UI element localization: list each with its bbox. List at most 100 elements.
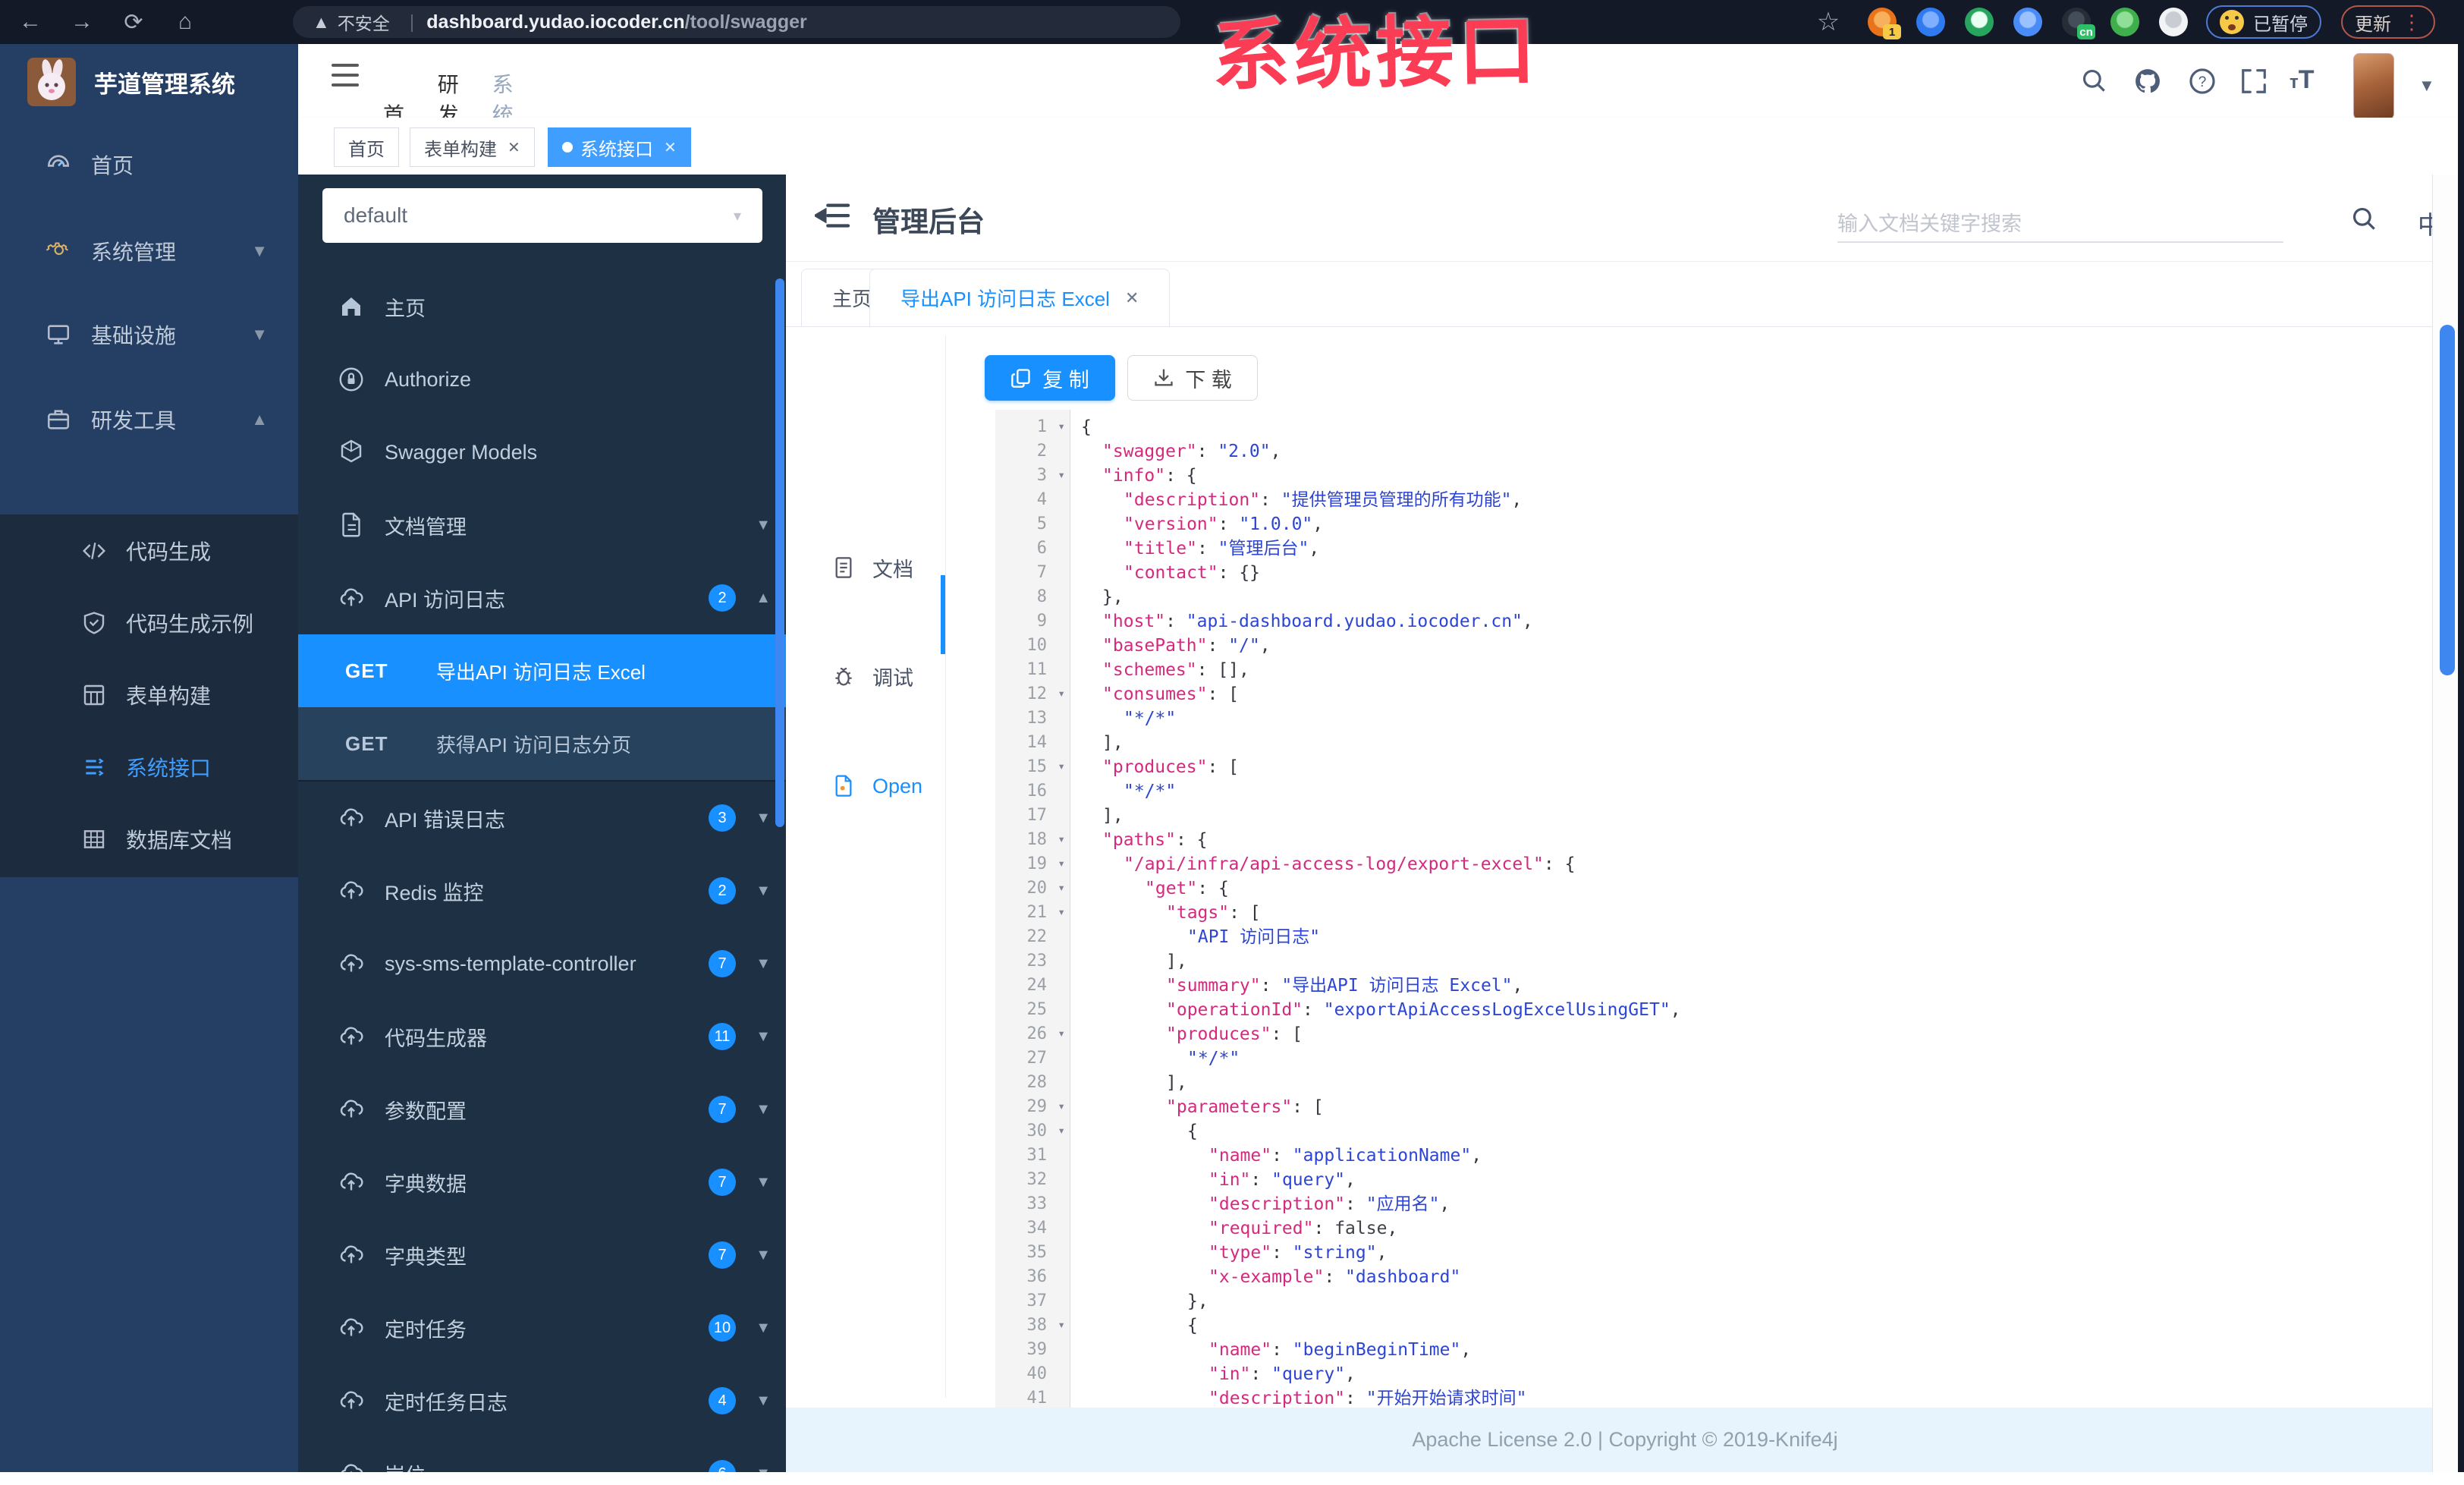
update-button[interactable]: 更新 ⋮ (2341, 5, 2435, 39)
sidebar-item-3[interactable]: 基础设施 ▼ (0, 298, 298, 371)
footer: Apache License 2.0 | Copyright © 2019-Kn… (786, 1408, 2464, 1472)
page-scrollbar-thumb[interactable] (2440, 325, 2455, 675)
home-icon[interactable]: ⌂ (168, 5, 202, 39)
fold-caret-icon[interactable]: ▾ (1058, 1095, 1065, 1119)
swagger-group-5[interactable]: 参数配置 7 ▼ (298, 1073, 786, 1146)
ext-pin-blue-icon[interactable] (1916, 8, 1945, 36)
swagger-group-8[interactable]: 定时任务 10 ▼ (298, 1292, 786, 1364)
count-badge: 7 (709, 1096, 736, 1123)
fold-caret-icon[interactable]: ▾ (1058, 464, 1065, 488)
swagger-menu-5[interactable]: API 访问日志 2 ▲ (298, 562, 786, 634)
open-file-icon (831, 774, 856, 798)
fold-caret-icon[interactable]: ▾ (1058, 852, 1065, 876)
menu-fold-icon[interactable] (815, 202, 850, 232)
ext-leaf-green-icon[interactable] (2110, 8, 2139, 36)
doc-menu-label: 调试 (872, 666, 913, 690)
sidebar-subitem-5[interactable]: 数据库文档 (0, 803, 298, 875)
help-icon[interactable]: ? (2188, 67, 2217, 96)
sidebar-item-4[interactable]: 研发工具 ▲ (0, 383, 298, 456)
sidebar-item-2[interactable]: 系统管理 ▼ (0, 215, 298, 288)
line-number: 19 (1026, 854, 1048, 873)
fold-caret-icon[interactable]: ▾ (1058, 682, 1065, 706)
paused-extension-chip[interactable]: 已暂停 (2206, 5, 2321, 39)
copy-button[interactable]: 复 制 (985, 355, 1115, 401)
sidebar-collapse-icon[interactable] (332, 64, 359, 87)
download-button[interactable]: 下 载 (1127, 355, 1258, 401)
fold-caret-icon[interactable]: ▾ (1058, 1119, 1065, 1144)
api-operation-1[interactable]: GET 导出API 访问日志 Excel (298, 634, 786, 707)
line-number: 24 (1026, 976, 1048, 995)
ext-dark-cn-icon[interactable]: cn (2062, 8, 2095, 39)
swagger-menu-3[interactable]: Swagger Models (298, 416, 786, 489)
github-icon[interactable] (2133, 67, 2162, 96)
line-number: 18 (1026, 830, 1048, 849)
doc-search-input[interactable]: 输入文档关键字搜索 (1837, 202, 2283, 243)
sidebar-item-1[interactable]: 首页 (0, 128, 298, 201)
infra-icon (46, 322, 71, 348)
font-size-icon[interactable]: тT (2290, 65, 2315, 95)
swagger-menu-4[interactable]: 文档管理 ▼ (298, 489, 786, 562)
download-button-label: 下 载 (1185, 368, 1232, 392)
swagger-group-label: 定时任务 (385, 1318, 467, 1342)
close-icon[interactable]: ✕ (508, 138, 520, 157)
tag-tab-3[interactable]: 系统接口 ✕ (548, 127, 691, 167)
doc-tab-2[interactable]: 导出API 访问日志 Excel ✕ (869, 269, 1171, 326)
code-line: ], (1166, 1073, 1187, 1093)
bookmark-star-icon[interactable]: ☆ (1812, 5, 1845, 39)
swagger-group-4[interactable]: 代码生成器 11 ▼ (298, 1000, 786, 1073)
fold-caret-icon[interactable]: ▾ (1058, 876, 1065, 901)
tag-tab-2[interactable]: 表单构建 ✕ (410, 127, 535, 167)
fold-caret-icon[interactable]: ▾ (1058, 755, 1065, 779)
sidebar-subitem-4[interactable]: 系统接口 (0, 731, 298, 803)
kebab-menu-icon[interactable]: ⋮ (2402, 11, 2422, 34)
line-number: 12 (1026, 684, 1048, 703)
sidebar-subitem-1[interactable]: 代码生成 (0, 514, 298, 587)
avatar-caret-icon[interactable]: ▼ (2418, 76, 2435, 96)
ext-paw-white-icon[interactable] (2159, 8, 2188, 36)
reload-icon[interactable]: ⟳ (117, 5, 150, 39)
json-editor[interactable]: 1 ▾ 2 3 ▾ 4 5 6 7 8 9 10 11 12 ▾ 13 14 15 ▾ 16 17 18 ▾ 19 ▾ 20 ▾ 21… (995, 410, 1948, 1408)
fold-caret-icon[interactable]: ▾ (1058, 828, 1065, 852)
sidebar-subitem-3[interactable]: 表单构建 (0, 659, 298, 731)
sidebar-item-label: 首页 (91, 154, 134, 178)
fold-caret-icon[interactable]: ▾ (1058, 1314, 1065, 1338)
swagger-group-9[interactable]: 定时任务日志 4 ▼ (298, 1364, 786, 1437)
fold-caret-icon[interactable]: ▾ (1058, 901, 1065, 925)
code-line: "operationId": "exportApiAccessLogExcelU… (1166, 1000, 1681, 1020)
doc-menu-文档[interactable]: 文档 (831, 540, 973, 595)
swagger-sidebar-scrollbar[interactable] (775, 278, 784, 827)
fullscreen-icon[interactable] (2239, 67, 2268, 96)
forward-icon[interactable]: → (65, 5, 99, 39)
swagger-group-10[interactable]: 岗位 6 ▼ (298, 1437, 786, 1472)
doc-menu-open[interactable]: Open (831, 759, 973, 813)
back-icon[interactable]: ← (14, 5, 47, 39)
swagger-group-2[interactable]: Redis 监控 2 ▼ (298, 854, 786, 927)
close-icon[interactable]: ✕ (664, 138, 677, 157)
avatar[interactable] (2353, 53, 2394, 120)
url-bar[interactable]: ▲ 不安全 | dashboard.yudao.iocoder.cn /tool… (293, 6, 1180, 38)
doc-menu-调试[interactable]: 调试 (831, 649, 973, 703)
swagger-group-3[interactable]: sys-sms-template-controller 7 ▼ (298, 927, 786, 1000)
api-operation-2[interactable]: GET 获得API 访问日志分页 (298, 707, 786, 780)
ext-circle-orange-icon[interactable]: 1 (1868, 8, 1901, 39)
fold-caret-icon[interactable]: ▾ (1058, 415, 1065, 439)
code-line: "in": "query", (1208, 1364, 1356, 1384)
close-icon[interactable]: ✕ (1125, 288, 1139, 308)
swagger-group-6[interactable]: 字典数据 7 ▼ (298, 1146, 786, 1219)
ext-grid-color-icon[interactable] (2013, 8, 2042, 36)
sidebar-subitem-2[interactable]: 代码生成示例 (0, 587, 298, 659)
code-line: "name": "applicationName", (1208, 1146, 1482, 1166)
swagger-menu-1[interactable]: 主页 (298, 270, 786, 343)
tag-tab-1[interactable]: 首页 (334, 127, 399, 167)
group-select[interactable]: default ▾ (322, 188, 762, 243)
code-line: "host": "api-dashboard.yudao.iocoder.cn"… (1102, 612, 1533, 631)
swagger-menu-2[interactable]: Authorize (298, 343, 786, 416)
header-search-icon[interactable] (2080, 67, 2109, 96)
code-line: "name": "beginBeginTime", (1208, 1340, 1472, 1360)
fold-caret-icon[interactable]: ▾ (1058, 1022, 1065, 1046)
swagger-group-7[interactable]: 字典类型 7 ▼ (298, 1219, 786, 1292)
swagger-group-1[interactable]: API 错误日志 3 ▼ (298, 782, 786, 854)
line-number: 14 (1026, 733, 1048, 752)
doc-search-icon[interactable] (2350, 205, 2379, 234)
ext-check-green-icon[interactable] (1965, 8, 1994, 36)
